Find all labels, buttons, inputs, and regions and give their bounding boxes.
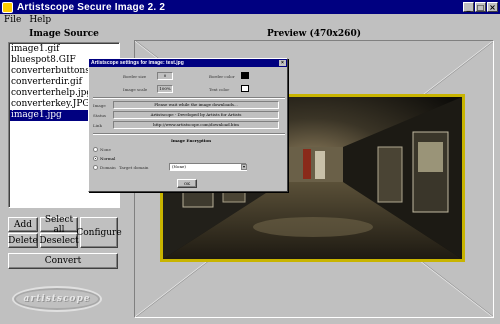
dialog-title-bar: Artistscope settings for image: test.jpg… (89, 59, 287, 67)
deselect-button[interactable]: Deselect (39, 233, 79, 248)
target-domain-select[interactable]: (None) (169, 163, 247, 171)
dialog-title: Artistscope settings for image: test.jpg (91, 60, 184, 66)
title-bar: Artistscope Secure Image 2. 2 _ □ × (0, 0, 500, 14)
artistscope-logo: artistscope (12, 286, 102, 312)
text-color-swatch[interactable] (241, 85, 249, 92)
close-button[interactable]: × (487, 2, 498, 12)
radio-domain-label: Domain (100, 165, 116, 170)
link-field[interactable]: http://www.artistscope.com/download.htm (113, 121, 279, 129)
radio-none[interactable] (93, 147, 98, 152)
border-color-label: Border color (209, 74, 235, 79)
border-color-swatch[interactable] (241, 72, 249, 79)
maximize-button[interactable]: □ (475, 2, 486, 12)
menu-file[interactable]: File (4, 15, 21, 25)
radio-none-label: None (100, 147, 111, 152)
list-item[interactable]: image1.gif (10, 44, 118, 55)
add-button[interactable]: Add (8, 217, 38, 232)
encryption-title: Image Encryption (171, 138, 211, 143)
border-size-input[interactable]: 0 (157, 72, 173, 80)
select-all-button[interactable]: Select all (40, 215, 78, 235)
image-field[interactable]: Please wait while the image downloads... (113, 101, 279, 109)
image-source-title: Image Source (29, 29, 99, 39)
image-scale-label: Image scale (123, 87, 148, 92)
app-icon (2, 1, 13, 13)
menu-help[interactable]: Help (29, 15, 51, 25)
status-label: Status (93, 113, 106, 118)
link-label: Link (93, 123, 102, 128)
separator (93, 133, 285, 135)
target-domain-label: Target domain (119, 165, 149, 170)
border-size-label: Border size (123, 74, 147, 79)
convert-button[interactable]: Convert (8, 253, 118, 269)
minimize-button[interactable]: _ (463, 2, 474, 12)
ok-button[interactable]: OK (177, 179, 197, 188)
configure-button[interactable]: Configure (76, 217, 122, 248)
radio-normal[interactable] (93, 156, 98, 161)
chevron-down-icon[interactable]: ▾ (241, 164, 247, 170)
image-label: Image (93, 103, 106, 108)
preview-title: Preview (470x260) (267, 29, 361, 39)
window-title: Artistscope Secure Image 2. 2 (17, 1, 166, 13)
radio-domain[interactable] (93, 165, 98, 170)
radio-normal-label: Normal (100, 156, 116, 161)
settings-dialog: Artistscope settings for image: test.jpg… (88, 58, 288, 192)
status-field[interactable]: Artistscope - Developed by Artists for A… (113, 111, 279, 119)
dialog-close-button[interactable]: × (279, 60, 286, 66)
separator (93, 97, 285, 99)
image-scale-input[interactable]: 100% (157, 85, 173, 93)
delete-button[interactable]: Delete (8, 233, 38, 248)
text-color-label: Text color (209, 87, 230, 92)
menu-bar: File Help (0, 14, 500, 26)
target-domain-value: (None) (172, 164, 186, 169)
